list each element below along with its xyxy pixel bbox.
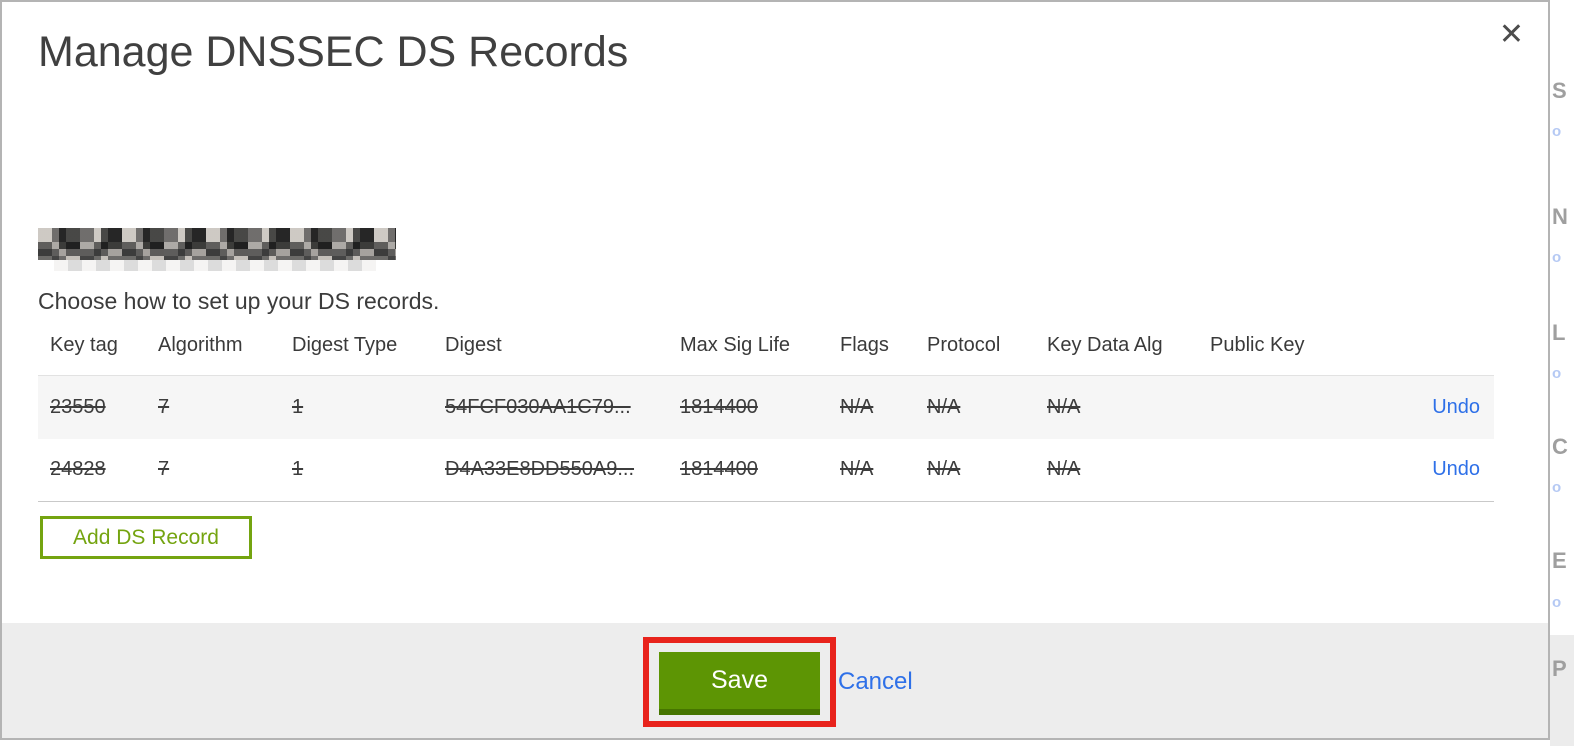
cell-max-sig-life: 1814400 xyxy=(680,395,758,418)
occluded-text-fragment: E xyxy=(1552,548,1567,573)
column-header-digest-type: Digest Type xyxy=(292,334,398,356)
instruction-text: Choose how to set up your DS records. xyxy=(38,288,440,314)
modal-footer: Save Cancel xyxy=(2,623,1548,738)
ds-records-table: Key tag Algorithm Digest Type Digest Max… xyxy=(38,332,1494,502)
cell-algorithm: 7 xyxy=(158,458,170,481)
dnssec-ds-records-modal: Manage DNSSEC DS Records ✕ Choose how to… xyxy=(0,0,1550,740)
cell-max-sig-life: 1814400 xyxy=(680,458,758,481)
cell-action: Undo xyxy=(1370,439,1494,502)
cell-digest-type: 1 xyxy=(292,395,304,418)
occluded-link-fragment: o xyxy=(1552,479,1562,496)
annotation-red-box: Save xyxy=(643,637,836,727)
occluded-link-fragment: o xyxy=(1552,123,1562,140)
undo-link[interactable]: Undo xyxy=(1432,458,1480,480)
column-header-protocol: Protocol xyxy=(927,334,1001,356)
table-header-row: Key tag Algorithm Digest Type Digest Max… xyxy=(38,332,1494,376)
occluded-link-fragment: o xyxy=(1552,249,1562,266)
occluded-text-fragment: P xyxy=(1552,656,1567,681)
column-header-key-data-alg: Key Data Alg xyxy=(1047,334,1163,356)
cell-key-tag: 24828 xyxy=(50,458,106,481)
cell-flags: N/A xyxy=(840,395,874,418)
cell-public-key xyxy=(1210,439,1370,502)
occluded-page-footer xyxy=(1550,635,1574,746)
cell-digest: D4A33E8DD550A9... xyxy=(445,458,635,481)
occluded-link-fragment: o xyxy=(1552,365,1562,382)
cell-digest: 54FCF030AA1C79... xyxy=(445,395,631,418)
close-button[interactable]: ✕ xyxy=(1499,20,1524,50)
cell-key-data-alg: N/A xyxy=(1047,395,1081,418)
occluded-link-fragment: o xyxy=(1552,594,1562,611)
add-ds-record-button[interactable]: Add DS Record xyxy=(40,516,252,559)
modal-title: Manage DNSSEC DS Records xyxy=(38,28,629,76)
page-background: S o N o L o C o E o P Manage DNSSEC DS R… xyxy=(0,0,1574,746)
save-button[interactable]: Save xyxy=(659,652,820,715)
cell-digest-type: 1 xyxy=(292,458,304,481)
redacted-domain-shadow xyxy=(54,260,376,271)
cancel-link[interactable]: Cancel xyxy=(838,668,913,696)
occluded-text-fragment: S xyxy=(1552,78,1567,103)
cell-action: Undo xyxy=(1370,376,1494,439)
cell-key-tag: 23550 xyxy=(50,395,106,418)
cell-protocol: N/A xyxy=(927,458,961,481)
occluded-text-fragment: N xyxy=(1552,204,1568,229)
cell-key-data-alg: N/A xyxy=(1047,458,1081,481)
redacted-domain-name xyxy=(38,228,396,260)
column-header-flags: Flags xyxy=(840,334,889,356)
cell-protocol: N/A xyxy=(927,395,961,418)
undo-link[interactable]: Undo xyxy=(1432,396,1480,418)
ds-record-row-deleted: 24828 7 1 D4A33E8DD550A9... 1814400 N/A … xyxy=(38,438,1494,502)
ds-record-row-deleted: 23550 7 1 54FCF030AA1C79... 1814400 N/A … xyxy=(38,375,1494,439)
column-header-max-sig-life: Max Sig Life xyxy=(680,334,791,356)
column-header-algorithm: Algorithm xyxy=(158,334,243,356)
column-header-action xyxy=(1370,332,1494,376)
column-header-public-key: Public Key xyxy=(1210,334,1305,356)
occluded-text-fragment: C xyxy=(1552,434,1568,459)
occluded-page-strip: S o N o L o C o E o P xyxy=(1550,0,1574,746)
cell-algorithm: 7 xyxy=(158,395,170,418)
cell-flags: N/A xyxy=(840,458,874,481)
cell-public-key xyxy=(1210,376,1370,439)
column-header-digest: Digest xyxy=(445,334,502,356)
close-icon: ✕ xyxy=(1498,17,1524,52)
column-header-key-tag: Key tag xyxy=(50,334,118,356)
occluded-text-fragment: L xyxy=(1552,320,1566,345)
